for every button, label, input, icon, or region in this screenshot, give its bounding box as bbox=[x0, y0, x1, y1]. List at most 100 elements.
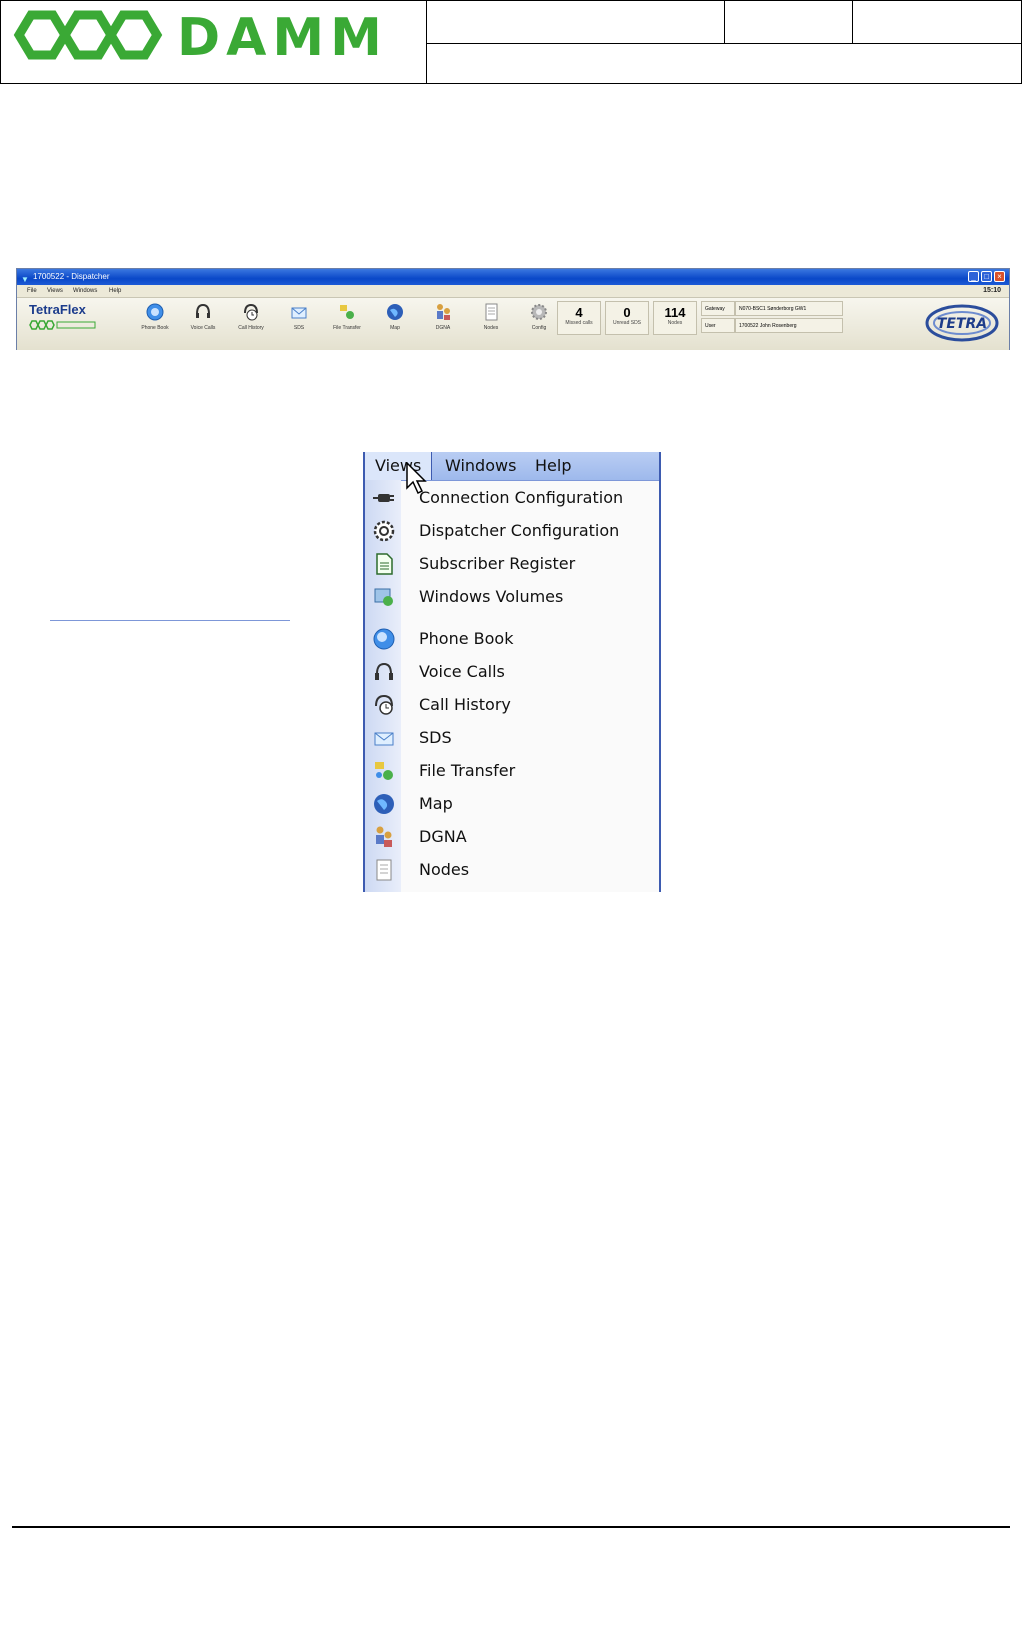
menu-item-call-history[interactable]: Call History bbox=[365, 688, 659, 721]
gateway-label: Gateway bbox=[701, 301, 735, 316]
minimize-button[interactable]: _ bbox=[968, 271, 979, 282]
document-icon bbox=[376, 553, 393, 575]
logo-wordmark: DAMM bbox=[177, 8, 388, 63]
nodes-count: 114 bbox=[664, 305, 686, 320]
missed-calls-label: Missed calls bbox=[565, 320, 593, 326]
tetra-logo-text: TETRA bbox=[937, 316, 987, 332]
menu-item-label: Connection Configuration bbox=[419, 488, 624, 507]
menu-item-file-transfer[interactable]: File Transfer bbox=[365, 754, 659, 787]
headset-icon bbox=[196, 303, 210, 318]
menu-views[interactable]: Views bbox=[47, 285, 63, 297]
tetraflex-brand: TetraFlex bbox=[29, 302, 86, 317]
nodes-icon bbox=[376, 859, 392, 881]
toolbar-label: Map bbox=[390, 325, 400, 331]
header-cell-doc bbox=[725, 1, 853, 44]
toolbar-sds[interactable]: SDS bbox=[277, 302, 321, 331]
dispatcher-toolbar: TetraFlex Phone Book Voice Calls Call Hi… bbox=[17, 297, 1009, 350]
menu-item-dispatcher-configuration[interactable]: Dispatcher Configuration bbox=[365, 514, 659, 547]
unread-sds-counter[interactable]: 0 Unread SDS bbox=[605, 301, 649, 335]
toolbar-call-history[interactable]: Call History bbox=[229, 302, 273, 331]
toolbar-voice-calls[interactable]: Voice Calls bbox=[181, 302, 225, 331]
damm-logo: DAMM bbox=[13, 8, 388, 63]
toolbar-label: DGNA bbox=[435, 325, 451, 331]
tetra-logo: TETRA bbox=[925, 304, 999, 342]
logo-cell: DAMM bbox=[1, 1, 427, 83]
dgna-icon bbox=[437, 304, 450, 320]
menu-windows[interactable]: Windows bbox=[435, 452, 526, 480]
toolbar-config[interactable]: Config bbox=[517, 302, 561, 331]
menu-item-label: Nodes bbox=[419, 860, 470, 879]
unread-sds-label: Unread SDS bbox=[612, 320, 642, 326]
window-title: 1700522 - Dispatcher bbox=[33, 272, 110, 281]
window-menubar: File Views Windows Help 15:10 bbox=[17, 285, 1009, 297]
clock: 15:10 bbox=[983, 287, 1001, 294]
toolbar-map[interactable]: Map bbox=[373, 302, 417, 331]
views-menu-screenshot: Views Windows Help Connection Configurat… bbox=[363, 452, 661, 892]
call-history-icon bbox=[244, 303, 258, 321]
menu-help[interactable]: Help bbox=[109, 285, 121, 297]
menu-item-label: Windows Volumes bbox=[419, 587, 564, 606]
gateway-value: N070-BSC1 Sønderborg GW1 bbox=[735, 301, 843, 316]
menu-item-label: Map bbox=[419, 794, 453, 813]
header-cell-title bbox=[427, 1, 725, 44]
nodes-label: Nodes bbox=[667, 320, 683, 326]
document-header: DAMM bbox=[0, 0, 1022, 84]
menu-item-nodes[interactable]: Nodes bbox=[365, 853, 659, 886]
globe-icon bbox=[374, 794, 394, 814]
menu-item-label: Dispatcher Configuration bbox=[419, 521, 620, 540]
toolbar-file-transfer[interactable]: File Transfer bbox=[325, 302, 369, 331]
missed-calls-counter[interactable]: 4 Missed calls bbox=[557, 301, 601, 335]
toolbar-label: Call History bbox=[238, 325, 264, 331]
sds-icon bbox=[291, 307, 307, 319]
window-titlebar: ▼ 1700522 - Dispatcher _ □ × bbox=[17, 269, 1009, 285]
menu-help[interactable]: Help bbox=[525, 452, 581, 480]
menu-item-voice-calls[interactable]: Voice Calls bbox=[365, 655, 659, 688]
file-transfer-icon bbox=[340, 305, 354, 319]
menu-item-phone-book[interactable]: Phone Book bbox=[365, 622, 659, 655]
unread-sds-count: 0 bbox=[623, 305, 631, 320]
menu-item-subscriber-register[interactable]: Subscriber Register bbox=[365, 547, 659, 580]
gear-icon bbox=[531, 304, 547, 320]
toolbar-label: File Transfer bbox=[333, 325, 361, 331]
phone-book-icon bbox=[146, 303, 164, 321]
mouse-cursor-icon bbox=[406, 462, 427, 495]
sds-icon bbox=[374, 732, 394, 746]
maximize-button[interactable]: □ bbox=[981, 271, 992, 282]
menu-item-label: Call History bbox=[419, 695, 511, 714]
nodes-icon bbox=[485, 303, 498, 321]
menu-file[interactable]: File bbox=[27, 285, 37, 297]
phone-book-icon bbox=[373, 628, 395, 650]
header-cell-page bbox=[853, 1, 1021, 44]
volume-icon bbox=[374, 588, 393, 606]
dgna-icon bbox=[376, 826, 392, 847]
close-button[interactable]: × bbox=[994, 271, 1005, 282]
menu-item-sds[interactable]: SDS bbox=[365, 721, 659, 754]
file-transfer-icon bbox=[375, 762, 393, 780]
toolbar-label: Voice Calls bbox=[190, 325, 216, 331]
call-history-icon bbox=[375, 694, 393, 715]
toolbar-phone-book[interactable]: Phone Book bbox=[133, 302, 177, 331]
user-label: User bbox=[701, 318, 735, 333]
menu-item-label: DGNA bbox=[419, 827, 467, 846]
menu-item-label: Subscriber Register bbox=[419, 554, 576, 573]
menu-windows[interactable]: Windows bbox=[73, 285, 97, 297]
globe-icon bbox=[387, 304, 403, 320]
dispatcher-window: ▼ 1700522 - Dispatcher _ □ × File Views … bbox=[16, 268, 1010, 350]
toolbar-label: Nodes bbox=[483, 325, 499, 331]
menu-item-label: Phone Book bbox=[419, 629, 514, 648]
menu-item-label: SDS bbox=[419, 728, 452, 747]
toolbar-label: Config bbox=[531, 325, 547, 331]
menu-item-dgna[interactable]: DGNA bbox=[365, 820, 659, 853]
toolbar-nodes[interactable]: Nodes bbox=[469, 302, 513, 331]
menu-item-windows-volumes[interactable]: Windows Volumes bbox=[365, 580, 659, 613]
nodes-counter[interactable]: 114 Nodes bbox=[653, 301, 697, 335]
menu-item-map[interactable]: Map bbox=[365, 787, 659, 820]
footer-rule bbox=[12, 1526, 1010, 1528]
headset-icon bbox=[375, 662, 393, 680]
toolbar-dgna[interactable]: DGNA bbox=[421, 302, 465, 331]
toolbar-label: SDS bbox=[293, 325, 305, 331]
menu-item-label: File Transfer bbox=[419, 761, 516, 780]
menu-item-label: Voice Calls bbox=[419, 662, 505, 681]
menu-separator bbox=[50, 620, 290, 621]
gear-icon bbox=[373, 520, 395, 542]
